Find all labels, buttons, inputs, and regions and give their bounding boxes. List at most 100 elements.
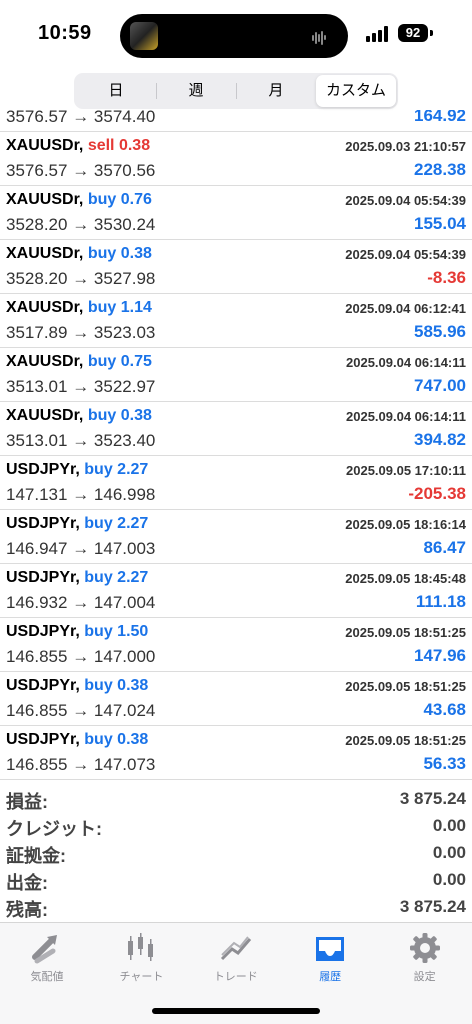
summary-value: 0.00: [432, 843, 466, 862]
arrow-icon: →: [72, 323, 90, 342]
trade-row[interactable]: XAUUSDr, buy 1.14 2025.09.04 06:12:41 3517…: [0, 294, 472, 348]
clock-time: 10:59: [38, 22, 92, 44]
cellular-signal-icon: [366, 26, 390, 42]
summary-value: 0.00: [432, 870, 466, 889]
arrow-icon: →: [72, 593, 90, 612]
account-summary: 損益: 3 875.24 クレジット: 0.00 証拠金: 0.00 出金: 0.00 残高: 3…: [0, 786, 472, 921]
trade-lots: 0.38: [118, 137, 151, 154]
trade-symbol: USDJPYr,: [6, 677, 80, 694]
trade-row[interactable]: USDJPYr, buy 0.38 2025.09.05 18:51:25 146.…: [0, 726, 472, 780]
now-playing-artwork-icon: [130, 22, 158, 50]
open-price: 3517.89: [6, 323, 68, 342]
dynamic-island[interactable]: [120, 14, 348, 58]
summary-row: クレジット: 0.00: [0, 813, 472, 840]
close-price: 3530.24: [93, 215, 156, 234]
trade-row[interactable]: 3576.57 → 3574.40 164.92: [0, 110, 472, 132]
trade-row[interactable]: XAUUSDr, buy 0.76 2025.09.04 05:54:39 3528…: [0, 186, 472, 240]
trade-lots: 2.27: [117, 569, 149, 586]
home-indicator[interactable]: [152, 1008, 320, 1014]
close-price: 3574.40: [93, 110, 156, 126]
trade-symbol-line: XAUUSDr, buy 0.38: [6, 245, 152, 263]
trade-prices: 146.947 → 147.003: [6, 539, 155, 559]
trade-lots: 1.14: [120, 299, 152, 316]
status-bar: 10:59 92: [0, 0, 472, 70]
tab-candlestick-chart[interactable]: チャート: [94, 931, 188, 984]
period-tab-1[interactable]: 週: [156, 75, 236, 107]
arrow-icon: →: [72, 539, 90, 558]
trade-row[interactable]: XAUUSDr, buy 0.38 2025.09.04 06:14:11 3513…: [0, 402, 472, 456]
trade-symbol-line: USDJPYr, buy 2.27: [6, 515, 148, 533]
trade-symbol-line: XAUUSDr, sell 0.38: [6, 137, 150, 155]
summary-row: 出金: 0.00: [0, 867, 472, 894]
arrow-icon: →: [72, 269, 90, 288]
trade-symbol: USDJPYr,: [6, 569, 80, 586]
trade-row[interactable]: USDJPYr, buy 2.27 2025.09.05 18:45:48 146.…: [0, 564, 472, 618]
summary-row: 残高: 3 875.24: [0, 894, 472, 921]
close-price: 147.004: [93, 593, 156, 612]
trade-side: buy: [84, 623, 113, 640]
trade-row[interactable]: USDJPYr, buy 0.38 2025.09.05 18:51:25 146.…: [0, 672, 472, 726]
trade-row[interactable]: USDJPYr, buy 2.27 2025.09.05 17:10:11 147.…: [0, 456, 472, 510]
close-price: 3523.40: [93, 431, 156, 450]
trade-profit: 155.04: [414, 214, 466, 233]
tab-quotes-arrows[interactable]: 気配値: [0, 931, 94, 984]
trade-symbol-line: USDJPYr, buy 2.27: [6, 461, 148, 479]
trade-prices: 146.855 → 147.000: [6, 647, 155, 667]
trade-prices: 3528.20 → 3527.98: [6, 269, 155, 289]
trade-symbol-line: USDJPYr, buy 1.50: [6, 623, 148, 641]
summary-label: 出金:: [6, 873, 48, 893]
trade-profit: 56.33: [423, 754, 466, 773]
trade-profit: 585.96: [414, 322, 466, 341]
trade-date: 2025.09.05 18:45:48: [345, 571, 466, 586]
period-tab-2[interactable]: 月: [236, 75, 316, 107]
trade-lots: 0.75: [120, 353, 152, 370]
trade-side: buy: [84, 461, 113, 478]
trade-row[interactable]: XAUUSDr, buy 0.75 2025.09.04 06:14:11 3513…: [0, 348, 472, 402]
open-price: 146.855: [6, 647, 68, 666]
trade-symbol: XAUUSDr,: [6, 245, 84, 262]
arrow-icon: →: [72, 647, 90, 666]
history-list[interactable]: 3576.57 → 3574.40 164.92 XAUUSDr, sell 0.3…: [0, 110, 472, 780]
trade-prices: 3513.01 → 3522.97: [6, 377, 155, 397]
trade-date: 2025.09.05 18:51:25: [345, 733, 466, 748]
trade-date: 2025.09.04 06:14:11: [346, 409, 466, 424]
trade-profit: 228.38: [414, 160, 466, 179]
arrow-icon: →: [72, 215, 90, 234]
trade-row[interactable]: XAUUSDr, buy 0.38 2025.09.04 05:54:39 3528…: [0, 240, 472, 294]
trade-date: 2025.09.05 17:10:11: [346, 463, 466, 478]
trade-symbol-line: USDJPYr, buy 2.27: [6, 569, 148, 587]
trade-symbol: XAUUSDr,: [6, 353, 84, 370]
trade-row[interactable]: USDJPYr, buy 1.50 2025.09.05 18:51:25 146.…: [0, 618, 472, 672]
close-price: 3527.98: [93, 269, 156, 288]
summary-value: 3 875.24: [399, 897, 466, 916]
tab-gear[interactable]: 設定: [378, 931, 472, 984]
trade-date: 2025.09.05 18:51:25: [345, 679, 466, 694]
summary-row: 損益: 3 875.24: [0, 786, 472, 813]
trade-lots: 0.38: [120, 407, 152, 424]
trade-side: buy: [84, 569, 113, 586]
trade-symbol: USDJPYr,: [6, 623, 80, 640]
arrow-icon: →: [72, 431, 90, 450]
period-tab-3[interactable]: カスタム: [316, 75, 396, 107]
trade-symbol-line: XAUUSDr, buy 0.75: [6, 353, 152, 371]
close-price: 3570.56: [93, 161, 156, 180]
open-price: 146.855: [6, 701, 68, 720]
trade-symbol-line: USDJPYr, buy 0.38: [6, 731, 148, 749]
period-segmented-control: 日週月カスタム: [74, 73, 398, 109]
trade-row[interactable]: USDJPYr, buy 2.27 2025.09.05 18:16:14 146.…: [0, 510, 472, 564]
tab-trade-line[interactable]: トレード: [189, 931, 283, 984]
period-tab-0[interactable]: 日: [76, 75, 156, 107]
trade-symbol: XAUUSDr,: [6, 137, 84, 154]
tab-history-inbox[interactable]: 履歴: [283, 931, 377, 984]
candlestick-chart-icon: [94, 931, 188, 965]
summary-value: 0.00: [432, 816, 466, 835]
trade-symbol: USDJPYr,: [6, 731, 80, 748]
trade-profit: 747.00: [414, 376, 466, 395]
trade-symbol-line: USDJPYr, buy 0.38: [6, 677, 148, 695]
trade-prices: 147.131 → 146.998: [6, 485, 155, 505]
open-price: 3576.57: [6, 110, 68, 126]
trade-row[interactable]: XAUUSDr, sell 0.38 2025.09.03 21:10:57 357…: [0, 132, 472, 186]
trade-side: buy: [87, 191, 117, 208]
open-price: 146.932: [6, 593, 68, 612]
trade-date: 2025.09.05 18:16:14: [345, 517, 466, 532]
